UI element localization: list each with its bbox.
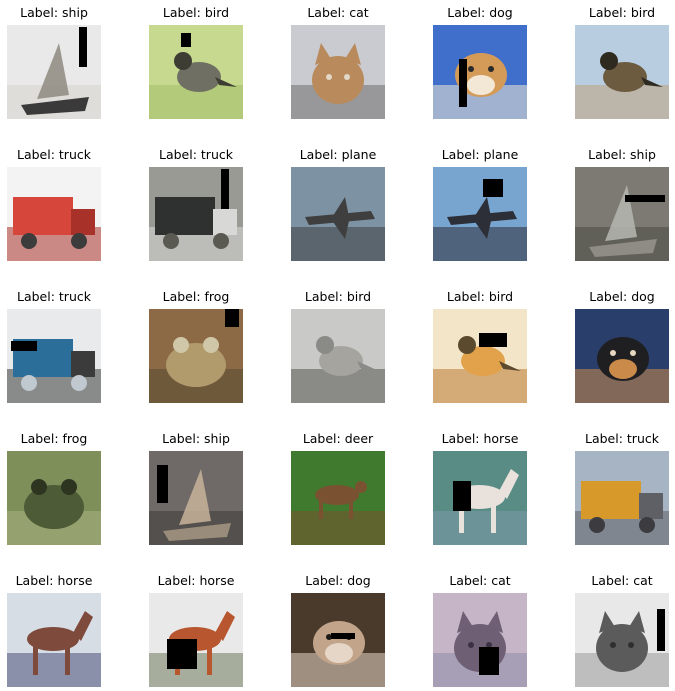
- occlusion-patch: [221, 169, 229, 209]
- sample-image-frog: [7, 451, 101, 545]
- cell-label: Label: cat: [307, 5, 369, 20]
- cell-label: Label: frog: [20, 431, 88, 446]
- grid-cell: Label: dog: [291, 573, 385, 689]
- cell-label: Label: dog: [447, 5, 513, 20]
- grid-cell: Label: bird: [433, 289, 527, 405]
- cell-label: Label: truck: [585, 431, 659, 446]
- sample-image-bird: [433, 309, 527, 403]
- cell-label: Label: truck: [17, 289, 91, 304]
- sample-image-truck: [149, 167, 243, 261]
- grid-cell: Label: ship: [575, 147, 669, 263]
- grid-cell: Label: horse: [7, 573, 101, 689]
- sample-image-bird: [149, 25, 243, 119]
- grid-cell: Label: dog: [433, 5, 527, 121]
- sample-image-truck: [7, 167, 101, 261]
- sample-image-truck: [575, 451, 669, 545]
- grid-cell: Label: ship: [7, 5, 101, 121]
- cell-label: Label: bird: [446, 289, 514, 304]
- cell-label: Label: bird: [162, 5, 230, 20]
- sample-image-ship: [575, 167, 669, 261]
- cell-label: Label: horse: [157, 573, 235, 588]
- grid-cell: Label: cat: [433, 573, 527, 689]
- occlusion-patch: [479, 647, 499, 675]
- grid-cell: Label: truck: [7, 289, 101, 405]
- sample-image-horse: [149, 593, 243, 687]
- grid-cell: Label: bird: [291, 289, 385, 405]
- occlusion-patch: [181, 33, 191, 47]
- sample-image-ship: [149, 451, 243, 545]
- cell-label: Label: ship: [20, 5, 88, 20]
- occlusion-patch: [331, 633, 355, 639]
- grid-cell: Label: horse: [149, 573, 243, 689]
- grid-cell: Label: deer: [291, 431, 385, 547]
- cell-label: Label: cat: [449, 573, 511, 588]
- occlusion-patch: [79, 27, 87, 67]
- grid-cell: Label: bird: [575, 5, 669, 121]
- grid-cell: Label: frog: [149, 289, 243, 405]
- sample-image-bird: [575, 25, 669, 119]
- sample-image-dog: [291, 593, 385, 687]
- cell-label: Label: cat: [591, 573, 653, 588]
- sample-image-cat: [291, 25, 385, 119]
- grid-cell: Label: cat: [291, 5, 385, 121]
- cell-label: Label: plane: [299, 147, 377, 162]
- sample-image-deer: [291, 451, 385, 545]
- grid-cell: Label: plane: [291, 147, 385, 263]
- cell-label: Label: horse: [441, 431, 519, 446]
- sample-image-horse: [7, 593, 101, 687]
- occlusion-patch: [483, 179, 503, 197]
- cell-label: Label: truck: [17, 147, 91, 162]
- occlusion-patch: [225, 309, 239, 327]
- grid-cell: Label: dog: [575, 289, 669, 405]
- sample-image-dog: [575, 309, 669, 403]
- grid-cell: Label: bird: [149, 5, 243, 121]
- cell-label: Label: ship: [588, 147, 656, 162]
- occlusion-patch: [167, 639, 197, 669]
- sample-image-cat: [433, 593, 527, 687]
- grid-cell: Label: cat: [575, 573, 669, 689]
- sample-image-plane: [291, 167, 385, 261]
- grid-cell: Label: truck: [7, 147, 101, 263]
- occlusion-patch: [11, 341, 37, 351]
- sample-image-bird: [291, 309, 385, 403]
- grid-cell: Label: truck: [575, 431, 669, 547]
- occlusion-patch: [459, 59, 467, 107]
- cell-label: Label: horse: [15, 573, 93, 588]
- sample-image-dog: [433, 25, 527, 119]
- sample-image-frog: [149, 309, 243, 403]
- occlusion-patch: [625, 195, 665, 202]
- grid-cell: Label: plane: [433, 147, 527, 263]
- grid-cell: Label: frog: [7, 431, 101, 547]
- sample-image-truck: [7, 309, 101, 403]
- cell-label: Label: plane: [441, 147, 519, 162]
- cell-label: Label: bird: [588, 5, 656, 20]
- occlusion-patch: [657, 609, 665, 651]
- occlusion-patch: [157, 465, 168, 503]
- cell-label: Label: dog: [589, 289, 655, 304]
- grid-cell: Label: ship: [149, 431, 243, 547]
- grid-cell: Label: truck: [149, 147, 243, 263]
- cell-label: Label: deer: [302, 431, 374, 446]
- occlusion-patch: [479, 333, 507, 347]
- sample-image-cat: [575, 593, 669, 687]
- cell-label: Label: dog: [305, 573, 371, 588]
- cell-label: Label: ship: [162, 431, 230, 446]
- cell-label: Label: frog: [162, 289, 230, 304]
- sample-image-ship: [7, 25, 101, 119]
- occlusion-patch: [453, 481, 471, 511]
- grid-cell: Label: horse: [433, 431, 527, 547]
- cell-label: Label: truck: [159, 147, 233, 162]
- cell-label: Label: bird: [304, 289, 372, 304]
- sample-image-plane: [433, 167, 527, 261]
- sample-image-horse: [433, 451, 527, 545]
